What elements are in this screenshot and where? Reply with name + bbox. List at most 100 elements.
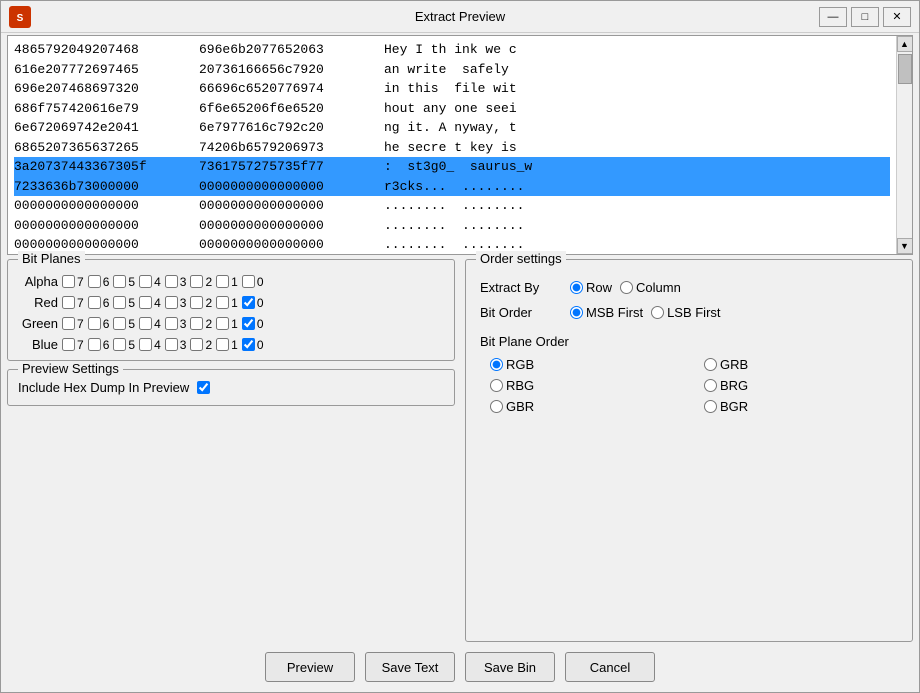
bit-planes-grid: Alpha76543210 Red76543210 Green76543210 Blu…	[18, 274, 444, 352]
main-window: S Extract Preview — □ ✕ 4865792049207468…	[0, 0, 920, 693]
bit-blue-3-checkbox[interactable]	[165, 338, 178, 351]
table-row: 0000000000000000 0000000000000000 ......…	[14, 235, 890, 254]
bit-plane-order-grid: RGB GRB RBG BRG GBR BGR	[480, 357, 898, 414]
extract-by-col-radio[interactable]	[620, 281, 633, 294]
bit-order-row: Bit Order MSB First LSB First	[480, 305, 898, 320]
bit-blue-0-checkbox[interactable]	[242, 338, 255, 351]
bit-row: Red76543210	[18, 295, 444, 310]
cancel-button[interactable]: Cancel	[565, 652, 655, 682]
bpo-brg-radio[interactable]	[704, 379, 717, 392]
bit-row-label: Alpha	[18, 274, 58, 289]
extract-by-radio-group: Row Column	[570, 280, 681, 295]
save-text-button[interactable]: Save Text	[365, 652, 455, 682]
app-icon: S	[9, 6, 31, 28]
bit-blue-4-checkbox[interactable]	[139, 338, 152, 351]
preview-text-content: 4865792049207468 696e6b2077652063 Hey I …	[8, 36, 896, 254]
bit-blue-5-checkbox[interactable]	[113, 338, 126, 351]
bit-green-1-checkbox[interactable]	[216, 317, 229, 330]
svg-text:S: S	[17, 13, 24, 24]
bit-blue-6-checkbox[interactable]	[88, 338, 101, 351]
bit-alpha-1-checkbox[interactable]	[216, 275, 229, 288]
bit-alpha-0-checkbox[interactable]	[242, 275, 255, 288]
msb-first-option[interactable]: MSB First	[570, 305, 643, 320]
bit-red-3-checkbox[interactable]	[165, 296, 178, 309]
bit-green-7-checkbox[interactable]	[62, 317, 75, 330]
bpo-gbr-option[interactable]: GBR	[490, 399, 684, 414]
bit-alpha-6-checkbox[interactable]	[88, 275, 101, 288]
save-bin-button[interactable]: Save Bin	[465, 652, 555, 682]
extract-by-row-radio[interactable]	[570, 281, 583, 294]
bit-plane-order-section: Bit Plane Order RGBGRBRBGBRGGBRBGR	[480, 334, 898, 414]
bit-green-6-checkbox[interactable]	[88, 317, 101, 330]
bit-red-2-checkbox[interactable]	[190, 296, 203, 309]
bit-red-1-checkbox[interactable]	[216, 296, 229, 309]
close-button[interactable]: ✕	[883, 7, 911, 27]
table-row: 6e672069742e2041 6e7977616c792c20 ng it.…	[14, 118, 890, 138]
bit-row: Green76543210	[18, 316, 444, 331]
bpo-grb-option[interactable]: GRB	[704, 357, 898, 372]
preview-button[interactable]: Preview	[265, 652, 355, 682]
bpo-rgb-radio[interactable]	[490, 358, 503, 371]
bit-row-label: Red	[18, 295, 58, 310]
bit-alpha-2-checkbox[interactable]	[190, 275, 203, 288]
bpo-bgr-option[interactable]: BGR	[704, 399, 898, 414]
extract-by-col-option[interactable]: Column	[620, 280, 681, 295]
bit-planes-group: Bit Planes Alpha76543210Red76543210Green…	[7, 259, 455, 361]
order-settings-label: Order settings	[476, 251, 566, 266]
bit-blue-1-checkbox[interactable]	[216, 338, 229, 351]
bpo-rbg-radio[interactable]	[490, 379, 503, 392]
order-settings-group: Order settings Extract By Row Column	[465, 259, 913, 642]
table-row: 6865207365637265 74206b6579206973 he sec…	[14, 138, 890, 158]
bit-row: Alpha76543210	[18, 274, 444, 289]
hex-dump-checkbox[interactable]	[197, 381, 210, 394]
lsb-first-radio[interactable]	[651, 306, 664, 319]
bit-green-5-checkbox[interactable]	[113, 317, 126, 330]
lsb-first-option[interactable]: LSB First	[651, 305, 720, 320]
bit-row-label: Green	[18, 316, 58, 331]
titlebar: S Extract Preview — □ ✕	[1, 1, 919, 33]
bit-blue-2-checkbox[interactable]	[190, 338, 203, 351]
bit-green-2-checkbox[interactable]	[190, 317, 203, 330]
extract-by-col-label: Column	[636, 280, 681, 295]
msb-first-radio[interactable]	[570, 306, 583, 319]
msb-first-label: MSB First	[586, 305, 643, 320]
scroll-up-arrow[interactable]: ▲	[897, 36, 913, 52]
hex-dump-label: Include Hex Dump In Preview	[18, 380, 189, 395]
bit-alpha-5-checkbox[interactable]	[113, 275, 126, 288]
hex-dump-row: Include Hex Dump In Preview	[18, 380, 444, 395]
bit-red-6-checkbox[interactable]	[88, 296, 101, 309]
extract-by-row-option[interactable]: Row	[570, 280, 612, 295]
maximize-button[interactable]: □	[851, 7, 879, 27]
bpo-rgb-option[interactable]: RGB	[490, 357, 684, 372]
bit-row-label: Blue	[18, 337, 58, 352]
bpo-bgr-radio[interactable]	[704, 400, 717, 413]
bpo-gbr-radio[interactable]	[490, 400, 503, 413]
extract-by-row-label: Row	[586, 280, 612, 295]
bpo-grb-radio[interactable]	[704, 358, 717, 371]
bit-red-4-checkbox[interactable]	[139, 296, 152, 309]
table-row: 686f757420616e79 6f6e65206f6e6520 hout a…	[14, 99, 890, 119]
bit-red-5-checkbox[interactable]	[113, 296, 126, 309]
vertical-scrollbar[interactable]: ▲ ▼	[896, 36, 912, 254]
bit-blue-7-checkbox[interactable]	[62, 338, 75, 351]
scroll-down-arrow[interactable]: ▼	[897, 238, 913, 254]
table-row: 0000000000000000 0000000000000000 ......…	[14, 216, 890, 236]
titlebar-left: S	[9, 6, 31, 28]
bit-alpha-4-checkbox[interactable]	[139, 275, 152, 288]
bit-order-radio-group: MSB First LSB First	[570, 305, 721, 320]
table-row: 3a20737443367305f7361757275735f77 : st3g…	[14, 157, 890, 177]
bit-green-4-checkbox[interactable]	[139, 317, 152, 330]
table-row: 0000000000000000 0000000000000000 ......…	[14, 196, 890, 216]
extract-by-row: Extract By Row Column	[480, 280, 898, 295]
bit-green-3-checkbox[interactable]	[165, 317, 178, 330]
bpo-rbg-option[interactable]: RBG	[490, 378, 684, 393]
bpo-brg-option[interactable]: BRG	[704, 378, 898, 393]
bit-order-label: Bit Order	[480, 305, 560, 320]
bit-alpha-3-checkbox[interactable]	[165, 275, 178, 288]
scroll-thumb[interactable]	[898, 54, 912, 84]
bit-green-0-checkbox[interactable]	[242, 317, 255, 330]
minimize-button[interactable]: —	[819, 7, 847, 27]
bit-alpha-7-checkbox[interactable]	[62, 275, 75, 288]
bit-red-7-checkbox[interactable]	[62, 296, 75, 309]
bit-red-0-checkbox[interactable]	[242, 296, 255, 309]
